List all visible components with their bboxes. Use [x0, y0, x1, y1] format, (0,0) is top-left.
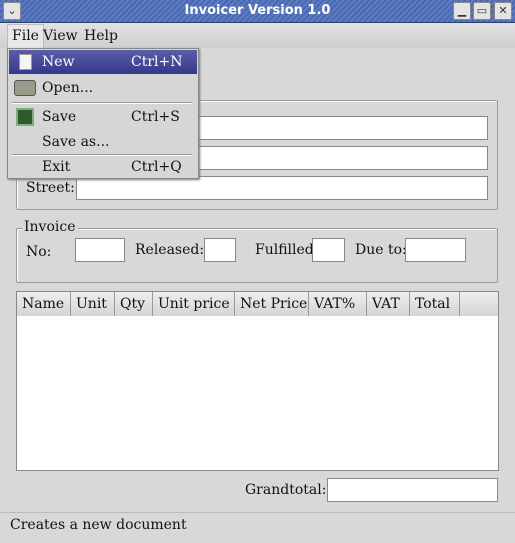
menu-item-shortcut: Ctrl+Q [131, 159, 182, 175]
menu-file[interactable]: File [7, 24, 44, 48]
menu-item-label: Exit [42, 159, 71, 175]
col-filler [460, 292, 498, 316]
menu-item-label: Save [42, 109, 77, 125]
col-net-price[interactable]: Net Price [235, 292, 309, 316]
menu-file-label: File [12, 28, 39, 44]
invoice-group-title: Invoice [22, 219, 78, 235]
col-vat[interactable]: VAT [367, 292, 410, 316]
col-vat-percent[interactable]: VAT% [309, 292, 367, 316]
menu-item-open[interactable]: Open... [9, 76, 197, 100]
window-title: Invoicer Version 1.0 [184, 3, 331, 18]
col-total[interactable]: Total [410, 292, 460, 316]
floppy-save-icon [16, 108, 34, 126]
menu-separator [12, 102, 192, 104]
col-unit-price[interactable]: Unit price [153, 292, 235, 316]
menu-view[interactable]: View [43, 28, 78, 44]
close-icon[interactable]: ✕ [494, 2, 512, 20]
menu-item-label: Open... [42, 80, 94, 96]
released-input[interactable] [204, 238, 236, 262]
status-text: Creates a new document [10, 517, 187, 533]
street-input[interactable] [76, 176, 488, 200]
new-document-icon [19, 54, 32, 70]
fulfilled-label: Fulfilled: [255, 242, 319, 258]
no-label: No: [26, 244, 52, 260]
menu-item-save[interactable]: Save Ctrl+S [9, 105, 197, 129]
minimize-icon[interactable]: ▁ [453, 2, 471, 20]
menu-item-label: Save as... [42, 134, 110, 150]
menu-item-new[interactable]: New Ctrl+N [9, 50, 197, 74]
file-menu: New Ctrl+N Open... Save Ctrl+S Save as... … [7, 48, 199, 179]
col-unit[interactable]: Unit [71, 292, 115, 316]
grandtotal-label: Grandtotal: [245, 482, 327, 498]
maximize-icon[interactable]: ▭ [473, 2, 491, 20]
menu-item-label: New [42, 54, 75, 70]
fulfilled-input[interactable] [312, 238, 345, 262]
menu-help[interactable]: Help [84, 28, 118, 44]
due-input[interactable] [405, 238, 466, 262]
menu-item-shortcut: Ctrl+S [131, 109, 180, 125]
menu-item-save-as[interactable]: Save as... [9, 130, 197, 154]
menu-item-shortcut: Ctrl+N [131, 54, 183, 70]
grandtotal-input[interactable] [327, 478, 498, 502]
items-table[interactable]: Name Unit Qty Unit price Net Price VAT% … [16, 291, 499, 471]
no-input[interactable] [75, 238, 125, 262]
released-label: Released: [135, 242, 205, 258]
menu-item-exit[interactable]: Exit Ctrl+Q [9, 155, 197, 179]
due-label: Due to: [355, 242, 407, 258]
col-name[interactable]: Name [17, 292, 71, 316]
folder-open-icon [14, 80, 36, 96]
street-label: Street: [26, 180, 75, 196]
col-qty[interactable]: Qty [115, 292, 153, 316]
